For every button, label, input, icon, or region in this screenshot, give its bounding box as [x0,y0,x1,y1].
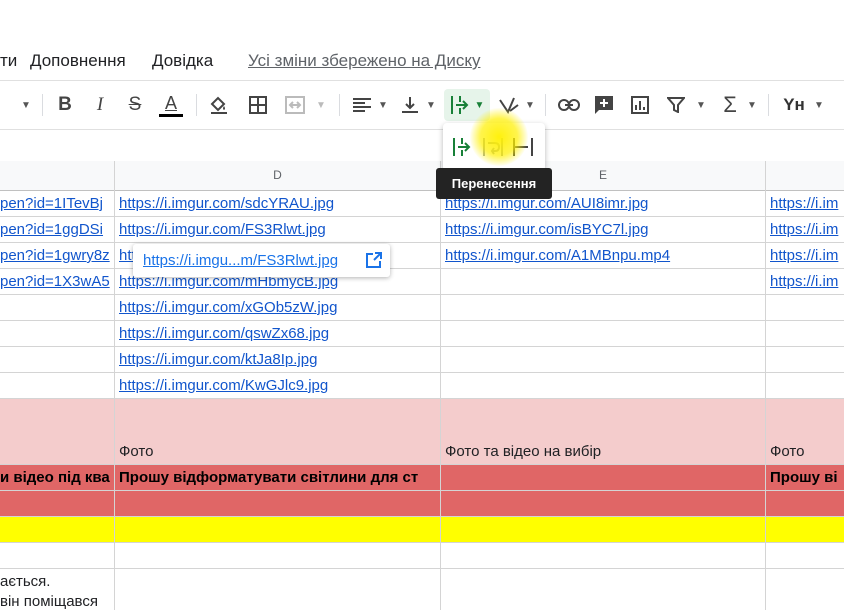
menu-item-addons[interactable]: Доповнення [30,51,126,71]
text-rotation-dropdown[interactable]: ▼ [523,92,537,118]
table-row [0,569,844,610]
font-size-dropdown[interactable]: ▼ [18,92,34,118]
cell-link[interactable]: https://i.imgur.com/qswZx68.jpg [119,325,437,342]
column-header-f[interactable] [766,161,844,190]
caret-down-icon: ▼ [378,99,388,111]
toolbar-separator [42,94,43,116]
borders-icon [249,96,267,114]
filter-dropdown[interactable]: ▼ [694,92,708,118]
toolbar-separator [768,94,769,116]
bold-button[interactable]: B [53,92,77,118]
link-preview-url[interactable]: https://i.imgu...m/FS3Rlwt.jpg [143,252,338,269]
text-color-icon: A [164,92,177,113]
table-row-yellow [0,517,844,543]
cell-link[interactable]: https://i.im [770,247,844,264]
merge-cells-icon [285,96,305,114]
column-header-c[interactable] [0,161,115,190]
input-tools-button[interactable]: Yн [779,92,809,118]
filter-button[interactable] [664,92,688,118]
toolbar-separator [545,94,546,116]
horizontal-align-dropdown[interactable]: ▼ [376,92,390,118]
toolbar: ▼ B I S A ▼ ▼ ▼ ▼ ▼ ▼ Σ ▼ Yн ▼ [0,80,844,130]
vertical-align-dropdown[interactable]: ▼ [424,92,438,118]
column-header-d[interactable]: D [115,161,441,190]
menu-item-help[interactable]: Довідка [152,51,213,71]
functions-dropdown[interactable]: ▼ [745,92,759,118]
cell-text[interactable]: Фото та відео на вибір [445,443,763,460]
chart-icon [631,96,649,114]
toolbar-separator [196,94,197,116]
cell-text[interactable]: и відео під ква [0,469,114,486]
link-icon [558,99,580,111]
caret-down-icon: ▼ [474,99,485,111]
menu-bar: ти Доповнення Довідка Усі зміни збережен… [0,0,844,80]
borders-button[interactable] [246,92,270,118]
merge-cells-dropdown[interactable]: ▼ [314,92,328,118]
strikethrough-button[interactable]: S [123,92,147,118]
cell-link[interactable]: https://i.im [770,195,844,212]
cell-text[interactable]: Фото [119,443,437,460]
input-tools-dropdown[interactable]: ▼ [812,92,826,118]
fill-color-button[interactable] [207,92,231,118]
filter-icon [667,97,685,113]
open-link-icon[interactable] [366,252,382,273]
column-header-row: D E [0,161,844,191]
vertical-align-button[interactable] [398,92,422,118]
caret-down-icon: ▼ [814,99,824,111]
paint-bucket-icon [210,96,227,114]
cell-link[interactable]: pen?id=1ITevBj [0,195,114,212]
functions-button[interactable]: Σ [718,92,742,118]
formula-bar[interactable] [0,130,844,162]
cell-link[interactable]: pen?id=1ggDSi [0,221,114,238]
caret-down-icon: ▼ [747,99,757,111]
horizontal-align-button[interactable] [350,92,374,118]
cell-text[interactable]: ається. [0,573,114,590]
cell-link[interactable]: https://i.im [770,273,844,290]
cell-link[interactable]: https://i.imgur.com/ktJa8Ip.jpg [119,351,437,368]
grid-line [440,161,441,610]
cell-link[interactable]: https://i.imgur.com/KwGJlc9.jpg [119,377,437,394]
cell-link[interactable]: https://i.im [770,221,844,238]
caret-down-icon: ▼ [316,99,326,111]
cell-link[interactable]: https://i.imgur.com/isBYC7l.jpg [445,221,763,238]
merge-cells-button[interactable] [283,92,307,118]
cell-text[interactable]: він поміщався [0,593,114,610]
text-wrap-overflow-icon [450,96,468,114]
cell-text[interactable]: Фото [770,443,844,460]
text-color-button[interactable]: A [158,92,184,118]
table-row-red [0,491,844,517]
italic-button[interactable]: I [88,92,112,118]
cell-text[interactable]: Прошу відформатувати світлини для ст [119,469,439,486]
text-color-swatch [159,113,183,117]
caret-down-icon: ▼ [525,99,535,111]
caret-down-icon: ▼ [426,99,436,111]
link-preview-popup: https://i.imgu...m/FS3Rlwt.jpg [133,244,390,277]
cell-text[interactable]: Прошу ві [770,469,844,486]
insert-link-button[interactable] [556,92,582,118]
caret-down-icon: ▼ [696,99,706,111]
cell-link[interactable]: https://i.imgur.com/xGOb5zW.jpg [119,299,437,316]
cell-link[interactable]: https://i.imgur.com/A1MBnpu.mp4 [445,247,763,264]
cursor-highlight [470,108,528,166]
cell-link[interactable]: https://i.imgur.com/FS3Rlwt.jpg [119,221,437,238]
insert-comment-button[interactable] [592,92,616,118]
cell-link[interactable]: https://i.imgur.com/sdcYRAU.jpg [119,195,437,212]
cell-link[interactable]: pen?id=1gwry8z [0,247,114,264]
caret-down-icon: ▼ [21,99,31,111]
grid-line [765,161,766,610]
align-left-icon [353,98,371,112]
tooltip: Перенесення [436,168,552,199]
add-comment-icon [595,96,613,114]
cell-link[interactable]: pen?id=1X3wA5 [0,273,114,290]
menu-item-format[interactable]: ти [0,51,17,71]
toolbar-separator [339,94,340,116]
save-status-link[interactable]: Усі зміни збережено на Диску [248,51,480,71]
grid-line [114,161,115,610]
insert-chart-button[interactable] [628,92,652,118]
align-bottom-icon [402,97,418,113]
table-row [0,543,844,569]
